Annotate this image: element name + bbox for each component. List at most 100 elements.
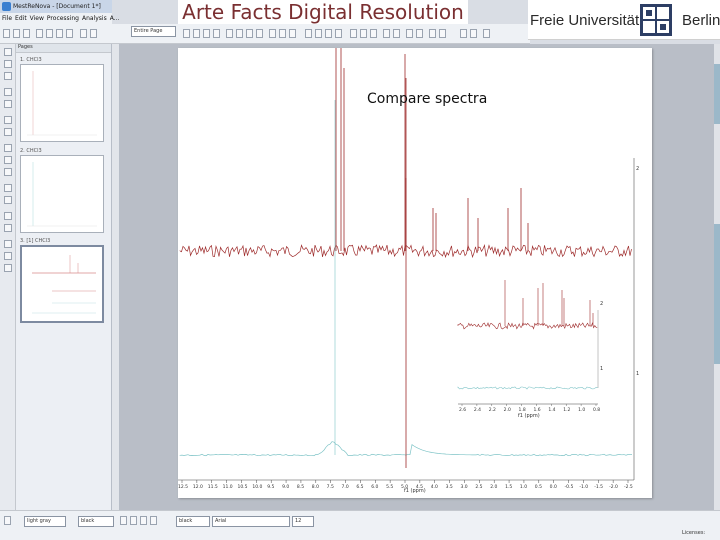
rail-tool-icon[interactable] xyxy=(4,60,12,68)
line-color-select[interactable]: light gray xyxy=(24,516,66,527)
logo-text-left: Freie Universität xyxy=(530,12,640,29)
text-tool-icon[interactable] xyxy=(236,29,243,38)
fit-icon[interactable] xyxy=(203,29,210,38)
color-icon[interactable] xyxy=(393,29,400,38)
superimpose-icon[interactable] xyxy=(350,29,357,38)
select-icon[interactable] xyxy=(226,29,233,38)
measure-icon[interactable] xyxy=(429,29,436,38)
menu-file[interactable]: File xyxy=(2,15,12,22)
inset-x-axis-label: f1 (ppm) xyxy=(518,413,540,419)
rail-tool-icon[interactable] xyxy=(4,264,12,272)
rail-tool-icon[interactable] xyxy=(4,100,12,108)
underline-icon[interactable] xyxy=(140,516,147,525)
expand-icon[interactable] xyxy=(406,29,413,38)
licenses-status: Licenses: xyxy=(682,530,706,536)
menu-more[interactable]: A... xyxy=(110,15,120,22)
trace-label-1: 1 xyxy=(636,371,639,377)
menu-processing[interactable]: Processing xyxy=(47,15,79,22)
peak-pick-icon[interactable] xyxy=(279,29,286,38)
rail-tool-icon[interactable] xyxy=(4,48,12,56)
window-titlebar: MestReNova - [Document 1*] xyxy=(0,0,112,13)
reference-icon[interactable] xyxy=(325,29,332,38)
phase-icon[interactable] xyxy=(305,29,312,38)
nmr-spectrum-plot[interactable]: 12.5 12.0 11.5 11.0 10.5 10.0 9.5 9.0 8.5 8.0 7.5 7… xyxy=(178,48,652,498)
line-style-icon[interactable] xyxy=(4,516,11,525)
paste-icon[interactable] xyxy=(66,29,73,38)
rect-tool-icon[interactable] xyxy=(256,29,263,38)
grid-icon[interactable] xyxy=(370,29,377,38)
pages-scrollbar[interactable] xyxy=(112,44,120,510)
inset-trace-label-1: 1 xyxy=(600,366,603,372)
inset-x-tick-label: 0.8 xyxy=(593,407,600,413)
undo-icon[interactable] xyxy=(80,29,87,38)
rail-tool-icon[interactable] xyxy=(4,128,12,136)
mestrenova-app: MestReNova - [Document 1*] File Edit Vie… xyxy=(0,0,720,540)
help-icon[interactable] xyxy=(483,29,490,38)
menu-bar: File Edit View Processing Analysis A... xyxy=(0,13,119,24)
italic-icon[interactable] xyxy=(130,516,137,525)
new-document-icon[interactable] xyxy=(3,29,10,38)
rail-tool-icon[interactable] xyxy=(4,88,12,96)
crop-icon[interactable] xyxy=(416,29,423,38)
font-size-select[interactable]: 12 xyxy=(292,516,314,527)
rail-tool-icon[interactable] xyxy=(4,116,12,124)
script-icon[interactable] xyxy=(460,29,467,38)
x-tick-label: 2.5 xyxy=(475,484,482,490)
subscript-icon[interactable] xyxy=(150,516,157,525)
rail-tool-icon[interactable] xyxy=(4,168,12,176)
menu-view[interactable]: View xyxy=(30,15,44,22)
rail-tool-icon[interactable] xyxy=(4,72,12,80)
zoom-out-icon[interactable] xyxy=(193,29,200,38)
baseline-icon[interactable] xyxy=(315,29,322,38)
thumbnail-preview xyxy=(27,162,97,227)
menu-edit[interactable]: Edit xyxy=(15,15,27,22)
redo-icon[interactable] xyxy=(90,29,97,38)
open-icon[interactable] xyxy=(13,29,20,38)
print-icon[interactable] xyxy=(36,29,43,38)
cursor-icon[interactable] xyxy=(439,29,446,38)
rail-tool-icon[interactable] xyxy=(4,156,12,164)
inset-x-tick-label: 2.2 xyxy=(489,407,496,413)
page-thumbnail-3-selected[interactable] xyxy=(20,245,104,323)
right-panel-edge xyxy=(714,44,720,510)
rail-tool-icon[interactable] xyxy=(4,144,12,152)
save-icon[interactable] xyxy=(23,29,30,38)
page-thumbnail-2[interactable] xyxy=(20,155,104,233)
bold-icon[interactable] xyxy=(120,516,127,525)
multiplet-icon[interactable] xyxy=(289,29,296,38)
properties-icon[interactable] xyxy=(383,29,390,38)
pan-icon[interactable] xyxy=(213,29,220,38)
fill-color-select[interactable]: black xyxy=(78,516,114,527)
report-icon[interactable] xyxy=(470,29,477,38)
integrate-icon[interactable] xyxy=(269,29,276,38)
page-thumbnail-1[interactable] xyxy=(20,64,104,142)
page-view-select[interactable]: Entire Page xyxy=(131,26,176,37)
inset-x-tick-label: 2.0 xyxy=(504,407,511,413)
x-tick-label: 10.5 xyxy=(237,484,247,490)
line-tool-icon[interactable] xyxy=(246,29,253,38)
slide-title: Arte Facts Digital Resolution xyxy=(178,0,468,24)
zoom-in-icon[interactable] xyxy=(183,29,190,38)
logo-text-right: Berlin xyxy=(682,12,720,29)
menu-analysis[interactable]: Analysis xyxy=(82,15,107,22)
inset-spectrum-trace-2 xyxy=(457,280,598,330)
x-tick-label: 4.0 xyxy=(431,484,438,490)
arrange-icon[interactable] xyxy=(360,29,367,38)
rail-tool-icon[interactable] xyxy=(4,196,12,204)
rail-tool-icon[interactable] xyxy=(4,212,12,220)
copy-icon[interactable] xyxy=(56,29,63,38)
university-seal-icon xyxy=(640,4,672,36)
font-name-select[interactable]: Arial xyxy=(212,516,290,527)
x-tick-label: 12.5 xyxy=(178,484,188,490)
pages-panel-header: Pages xyxy=(16,44,111,53)
spectrum-page[interactable]: 12.5 12.0 11.5 11.0 10.5 10.0 9.5 9.0 8.5 8.0 7.5 7… xyxy=(178,48,652,498)
thumbnail-preview xyxy=(32,255,96,314)
rail-tool-icon[interactable] xyxy=(4,252,12,260)
font-color-select[interactable]: black xyxy=(176,516,210,527)
rail-tool-icon[interactable] xyxy=(4,224,12,232)
rail-tool-icon[interactable] xyxy=(4,184,12,192)
rail-tool-icon[interactable] xyxy=(4,240,12,248)
stack-icon[interactable] xyxy=(335,29,342,38)
x-tick-label: 3.5 xyxy=(446,484,453,490)
cut-icon[interactable] xyxy=(46,29,53,38)
